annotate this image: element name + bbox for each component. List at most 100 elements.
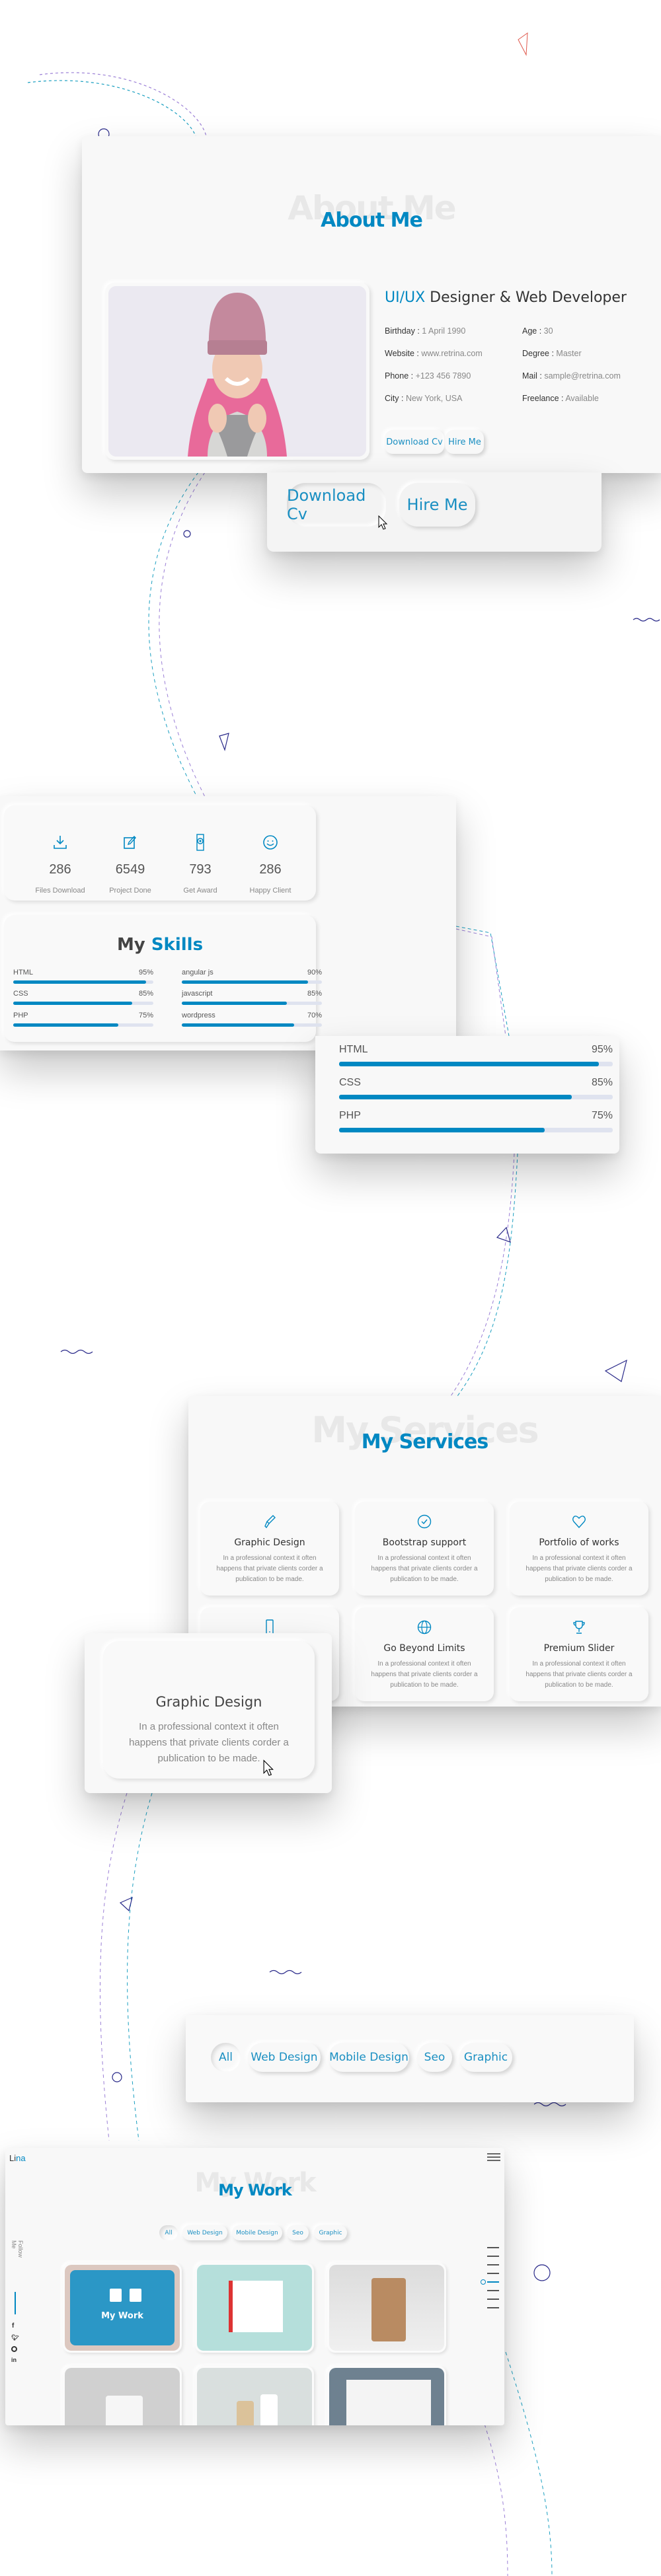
nav-dot-2[interactable] [487, 2256, 499, 2257]
profile-photo [108, 286, 366, 457]
work-filter-all[interactable]: All [159, 2225, 178, 2240]
skill-progress-track [182, 1002, 322, 1005]
nav-dot-3[interactable] [487, 2264, 499, 2265]
skill-progress-fill [339, 1128, 545, 1132]
service-card-bootstrap-support[interactable]: Bootstrap support In a professional cont… [355, 1502, 494, 1596]
dashed-curve-purple [455, 928, 506, 1037]
overlay-title: My Work [101, 2311, 143, 2321]
info-mail: Mail : sample@retrina.com [522, 371, 621, 381]
portfolio-item-book[interactable]: My Work [63, 2263, 182, 2353]
info-freelance: Freelance : Available [522, 394, 599, 403]
github-icon[interactable] [11, 2346, 17, 2352]
work-filter-seo[interactable]: Seo [287, 2225, 309, 2240]
tag-image [237, 2401, 254, 2425]
stats-card: 286 Files Download 6549 Project Done 793… [4, 805, 316, 901]
portfolio-item-label-tag[interactable] [195, 2366, 314, 2425]
nav-dot-5-active[interactable] [481, 2279, 499, 2285]
work-filter-graphic[interactable]: Graphic [314, 2225, 347, 2240]
portfolio-hover-overlay: My Work [70, 2270, 175, 2345]
service-card-portfolio-of-works[interactable]: Portfolio of works In a professional con… [510, 1502, 648, 1596]
skill-progress-track [13, 1023, 153, 1027]
skills-card: My Skills HTML 95% CSS 85% PHP 75% angular … [4, 915, 322, 1042]
circle-outline [533, 2264, 551, 2281]
service-card-graphic-design-zoomed[interactable]: Graphic Design In a professional context… [103, 1641, 315, 1779]
mouse-cursor-icon [378, 515, 388, 530]
skill-angularjs: angular js 90% [182, 969, 322, 984]
portfolio-item-magazine[interactable] [327, 2366, 446, 2425]
dashed-curve-purple [450, 1153, 515, 1397]
bag-mockup-image [229, 2281, 283, 2332]
info-city: City : New York, USA [385, 394, 463, 403]
personal-info-grid: Birthday : 1 April 1990 Age : 30 Website… [385, 326, 649, 403]
triangle-outline [518, 32, 528, 56]
filter-web-design-button[interactable]: Web Design [248, 2043, 321, 2072]
role-rest: Designer & Web Developer [425, 289, 627, 306]
about-title: About Me [321, 209, 423, 232]
portfolio-item-mug[interactable] [63, 2366, 182, 2425]
skill-progress-fill [182, 1023, 294, 1027]
work-title: My Work [218, 2181, 292, 2199]
skill-progress-track [339, 1095, 613, 1099]
download-cv-button[interactable]: Download Cv [385, 430, 444, 454]
triangle-outline [604, 1359, 627, 1382]
nav-dot-7[interactable] [487, 2299, 499, 2300]
stat-happy-client: 286 Happy Client [214, 830, 327, 895]
skill-progress-fill [339, 1062, 600, 1066]
buttons-zoom-callout: Download Cv Hire Me [267, 472, 602, 552]
dashed-curve-teal [457, 1153, 518, 1397]
site-logo[interactable]: Lina [9, 2153, 26, 2163]
filter-graphic-button[interactable]: Graphic [459, 2043, 512, 2072]
section-navigation [481, 2247, 499, 2316]
dashed-curve-purple [99, 1792, 128, 2141]
skill-progress-fill [13, 980, 147, 984]
my-work-section: Lina My Work My Work All Web Design Mobi… [5, 2148, 504, 2425]
service-card-graphic-design[interactable]: Graphic Design In a professional context… [200, 1502, 339, 1596]
work-filter-mobile-design[interactable]: Mobile Design [232, 2225, 282, 2240]
dashed-curve-teal [148, 472, 199, 800]
service-zoom-callout: Graphic Design In a professional context… [85, 1633, 332, 1793]
info-age: Age : 30 [522, 326, 553, 336]
skill-wordpress: wordpress 70% [182, 1012, 322, 1027]
info-degree: Degree : Master [522, 349, 582, 358]
globe-icon [355, 1619, 494, 1635]
hamburger-menu-icon[interactable] [487, 2153, 500, 2163]
skill-progress-fill [182, 1002, 287, 1005]
skill-progress-track [182, 980, 322, 984]
dashed-curve-purple [482, 2417, 508, 2576]
link-icon[interactable] [110, 2289, 122, 2302]
filter-seo-button[interactable]: Seo [417, 2043, 452, 2072]
skill-php-zoomed: PHP 75% [339, 1110, 613, 1132]
role-heading: UI/UX Designer & Web Developer [385, 289, 627, 306]
nav-dot-6[interactable] [487, 2290, 499, 2291]
skills-zoom-callout: HTML 95% CSS 85% PHP 75% [315, 1036, 619, 1154]
filter-mobile-design-button[interactable]: Mobile Design [329, 2043, 409, 2072]
skill-css-zoomed: CSS 85% [339, 1077, 613, 1099]
about-section: About Me About Me UI/UX Designer & Web D… [82, 136, 661, 473]
portfolio-item-pouch[interactable] [327, 2263, 446, 2353]
skill-progress-track [182, 1023, 322, 1027]
portfolio-item-bag[interactable] [195, 2263, 314, 2353]
nav-dot-4[interactable] [487, 2273, 499, 2274]
nav-dot-1[interactable] [487, 2247, 499, 2248]
wave-squiggle [533, 2102, 566, 2107]
skill-progress-track [339, 1062, 613, 1066]
work-filter-web-design[interactable]: Web Design [182, 2225, 227, 2240]
triangle-outline [219, 733, 229, 752]
nav-dot-8[interactable] [487, 2307, 499, 2308]
skill-progress-track [13, 980, 153, 984]
service-card-premium-slider[interactable]: Premium Slider In a professional context… [510, 1607, 648, 1701]
skills-title: My Skills [116, 935, 204, 955]
hire-me-button[interactable]: Hire Me [446, 430, 484, 454]
download-cv-button-zoomed[interactable]: Download Cv [287, 483, 386, 527]
twitter-icon[interactable]: 🐦︎ [11, 2334, 19, 2341]
mouse-cursor-icon [263, 1759, 274, 1776]
linkedin-icon[interactable]: in [11, 2357, 17, 2363]
search-icon[interactable] [130, 2289, 141, 2302]
facebook-icon[interactable]: f [12, 2322, 14, 2330]
hire-me-button-zoomed[interactable]: Hire Me [399, 483, 475, 527]
service-card-go-beyond-limits[interactable]: Go Beyond Limits In a professional conte… [355, 1607, 494, 1701]
filter-all-button[interactable]: All [211, 2043, 241, 2072]
smile-icon [214, 830, 327, 854]
brush-icon [200, 1514, 339, 1529]
skill-html-zoomed: HTML 95% [339, 1044, 613, 1066]
